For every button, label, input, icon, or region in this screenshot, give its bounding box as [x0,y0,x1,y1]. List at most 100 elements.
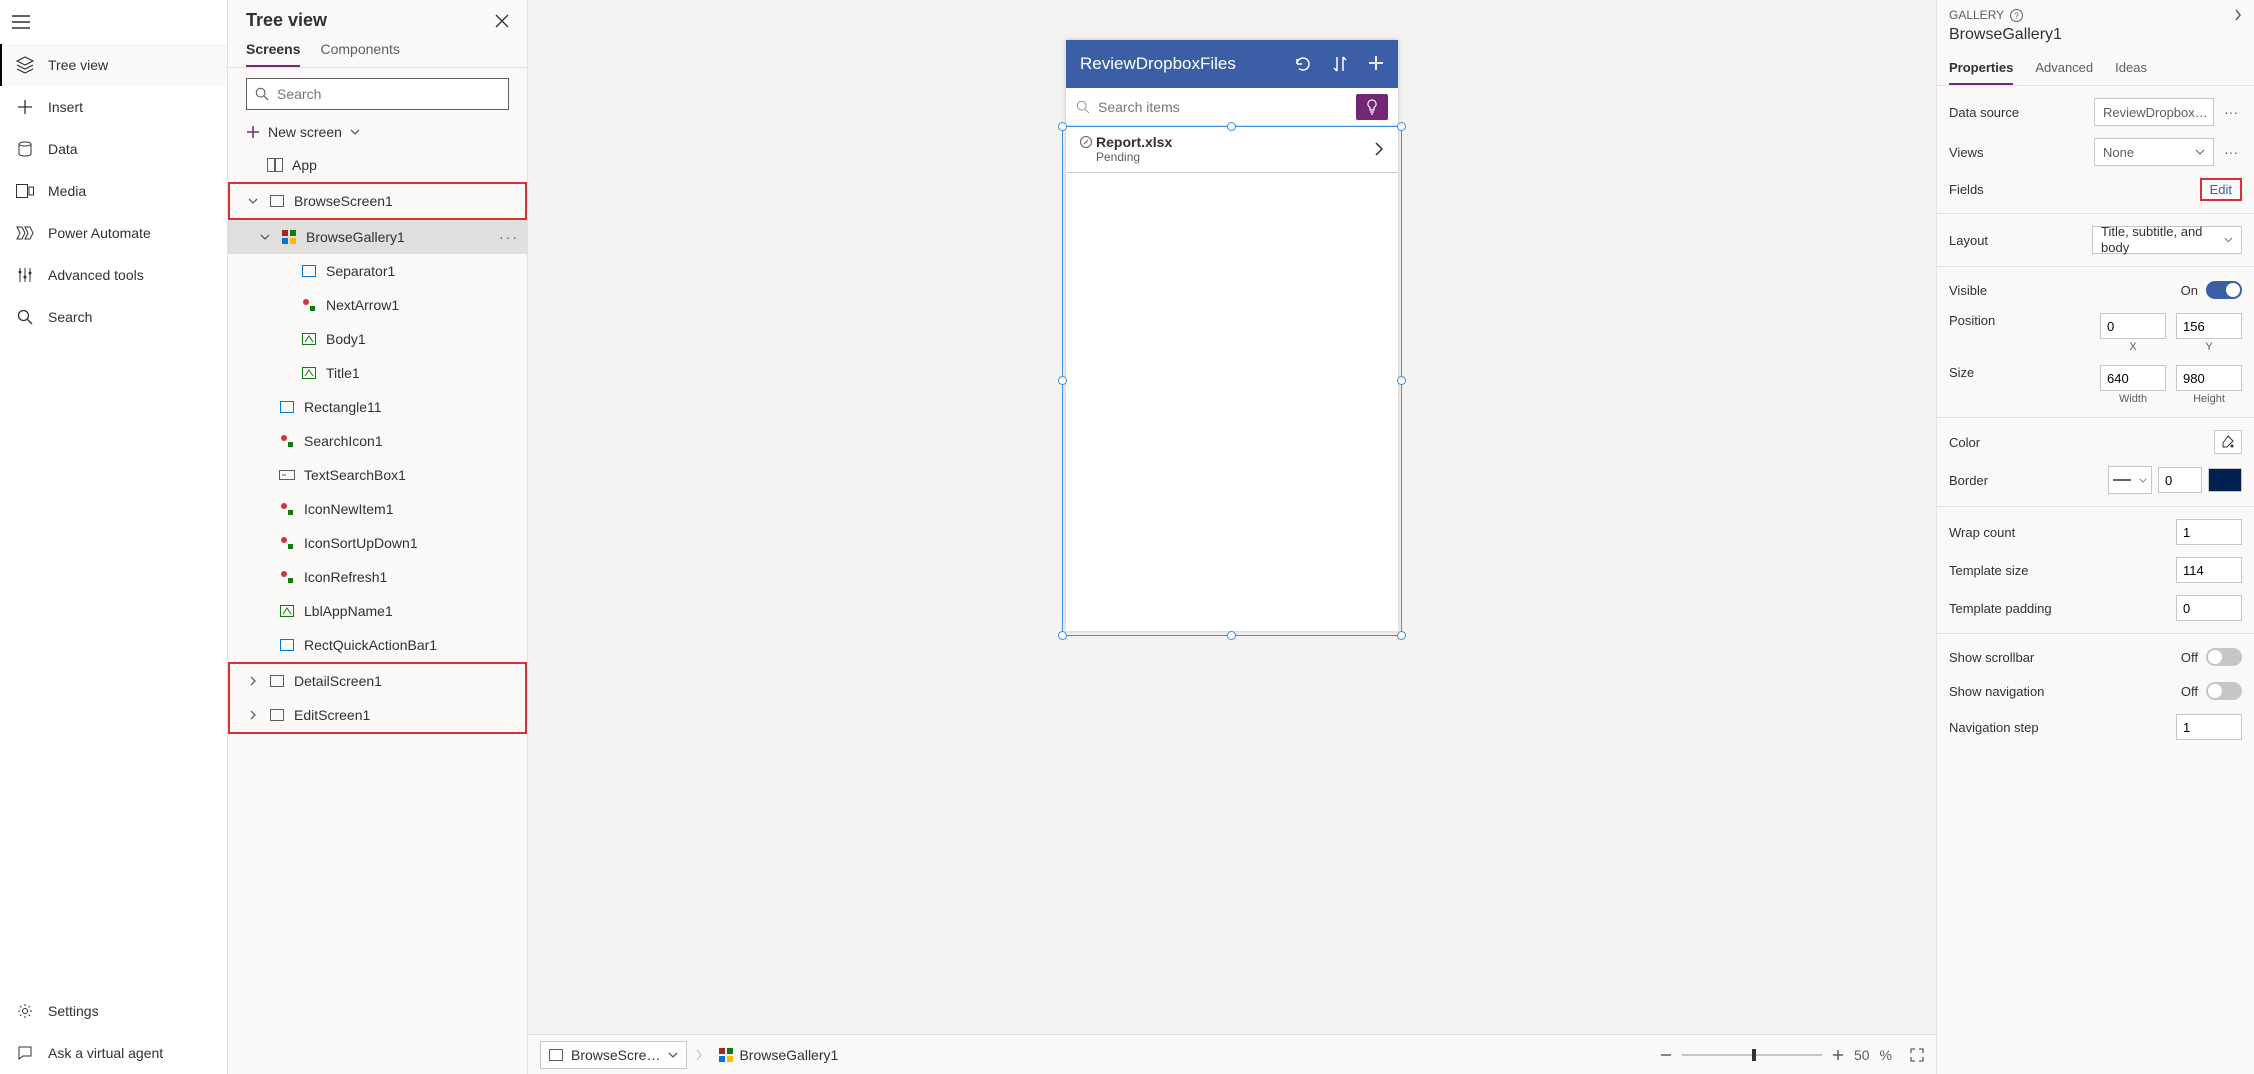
tree-item-textsearchbox1[interactable]: TextSearchBox1 [228,458,527,492]
size-height-input[interactable] [2176,365,2242,391]
tree-item-rectangle11[interactable]: Rectangle11 [228,390,527,424]
nav-power-automate[interactable]: Power Automate [0,212,227,254]
screen-selector[interactable]: BrowseScre… [540,1041,687,1069]
nav-advanced-tools[interactable]: Advanced tools [0,254,227,296]
tree-item-app[interactable]: App [228,148,527,182]
border-style-dropdown[interactable] [2108,466,2152,494]
icons-icon [300,296,318,314]
close-tree-button[interactable] [495,14,509,28]
tree-search-input[interactable] [277,86,500,102]
border-width-input[interactable] [2158,467,2202,493]
zoom-in-button[interactable] [1832,1049,1844,1061]
chevron-down-icon [668,1052,678,1058]
hamburger-button[interactable] [0,0,227,44]
gallery-area[interactable]: Report.xlsx Pending [1066,126,1398,631]
nav-media[interactable]: Media [0,170,227,212]
rect-icon [278,636,296,654]
tree-item-rectquickactionbar1[interactable]: RectQuickActionBar1 [228,628,527,662]
refresh-icon[interactable] [1294,55,1312,73]
chevron-down-icon[interactable] [258,234,272,240]
fields-edit-button[interactable]: Edit [2200,178,2242,201]
position-x-input[interactable] [2100,313,2166,339]
tree-item-searchicon1[interactable]: SearchIcon1 [228,424,527,458]
height-label: Height [2193,393,2225,405]
nav-virtual-agent[interactable]: Ask a virtual agent [0,1032,227,1074]
zoom-out-button[interactable] [1660,1049,1672,1061]
templatepadding-input[interactable] [2176,595,2242,621]
props-tab-advanced[interactable]: Advanced [2035,54,2093,85]
position-y-input[interactable] [2176,313,2242,339]
tree-item-lblappname1[interactable]: LblAppName1 [228,594,527,628]
prop-label-navstep: Navigation step [1949,720,2039,735]
tree-title: Tree view [246,10,327,31]
navstep-input[interactable] [2176,714,2242,740]
tree-item-iconnewitem1[interactable]: IconNewItem1 [228,492,527,526]
color-picker[interactable] [2214,430,2242,454]
tree-item-title1[interactable]: Title1 [228,356,527,390]
nav-insert[interactable]: Insert [0,86,227,128]
chevron-right-icon[interactable] [246,676,260,686]
chevron-down-icon[interactable] [246,198,260,204]
wrapcount-input[interactable] [2176,519,2242,545]
app-header: ReviewDropboxFiles [1066,40,1398,88]
chevron-down-icon [350,129,360,135]
nav-search[interactable]: Search [0,296,227,338]
border-color-picker[interactable] [2208,468,2242,492]
tree-item-more[interactable]: ··· [499,229,519,245]
chevron-right-icon[interactable] [2234,8,2242,22]
tree-item-nextarrow1[interactable]: NextArrow1 [228,288,527,322]
line-icon [2113,479,2131,481]
new-screen-button[interactable]: New screen [228,120,527,148]
nav-settings[interactable]: Settings [0,990,227,1032]
sort-icon[interactable] [1332,55,1348,73]
tree-item-iconrefresh1[interactable]: IconRefresh1 [228,560,527,594]
tree-item-iconsortupdown1[interactable]: IconSortUpDown1 [228,526,527,560]
tree-item-separator1[interactable]: Separator1 [228,254,527,288]
prop-label-color: Color [1949,435,1980,450]
props-tab-properties[interactable]: Properties [1949,54,2013,85]
search-icon [16,308,34,326]
svg-text:?: ? [2014,11,2019,20]
zoom-slider[interactable] [1682,1054,1822,1056]
views-dropdown[interactable]: None [2094,138,2214,166]
tree-item-browsegallery[interactable]: BrowseGallery1 ··· [228,220,527,254]
nav-label: Power Automate [48,225,151,241]
prop-label-templatesize: Template size [1949,563,2028,578]
fullscreen-button[interactable] [1910,1048,1924,1062]
app-search-bar [1066,88,1398,126]
help-icon[interactable]: ? [2010,9,2023,22]
tree-item-detailscreen[interactable]: DetailScreen1 [230,664,525,698]
gallery-item[interactable]: Report.xlsx Pending [1066,126,1398,173]
tree-tab-components[interactable]: Components [320,41,399,67]
visible-toggle[interactable] [2206,281,2242,299]
tree-item-browsescreen[interactable]: BrowseScreen1 [230,184,525,218]
datasource-dropdown[interactable]: ReviewDropbox… [2094,98,2214,126]
prop-label-position: Position [1949,313,1995,328]
views-more[interactable]: ··· [2220,144,2242,160]
breadcrumb-gallery[interactable]: BrowseGallery1 [711,1047,846,1063]
scrollbar-toggle[interactable] [2206,648,2242,666]
add-icon[interactable] [1368,55,1384,73]
nav-data[interactable]: Data [0,128,227,170]
size-width-input[interactable] [2100,365,2166,391]
chevron-right-icon[interactable] [1374,141,1384,157]
chevron-right-icon[interactable] [246,710,260,720]
datasource-more[interactable]: ··· [2220,104,2242,120]
nav-tree-view[interactable]: Tree view [0,44,227,86]
tree-item-body1[interactable]: Body1 [228,322,527,356]
chat-icon [16,1044,34,1062]
templatesize-input[interactable] [2176,557,2242,583]
shownav-toggle[interactable] [2206,682,2242,700]
tree-tab-screens[interactable]: Screens [246,41,300,67]
tree-item-label: NextArrow1 [326,297,399,313]
tree-item-label: Separator1 [326,263,395,279]
layout-dropdown[interactable]: Title, subtitle, and body [2092,226,2242,254]
tree-search-box[interactable] [246,78,509,110]
ideas-button[interactable] [1356,94,1388,120]
props-tab-ideas[interactable]: Ideas [2115,54,2147,85]
screen-icon [268,706,286,724]
label-icon [300,364,318,382]
app-search-input[interactable] [1098,99,1348,115]
app-preview[interactable]: ReviewDropboxFiles [1066,40,1398,631]
tree-item-editscreen[interactable]: EditScreen1 [230,698,525,732]
